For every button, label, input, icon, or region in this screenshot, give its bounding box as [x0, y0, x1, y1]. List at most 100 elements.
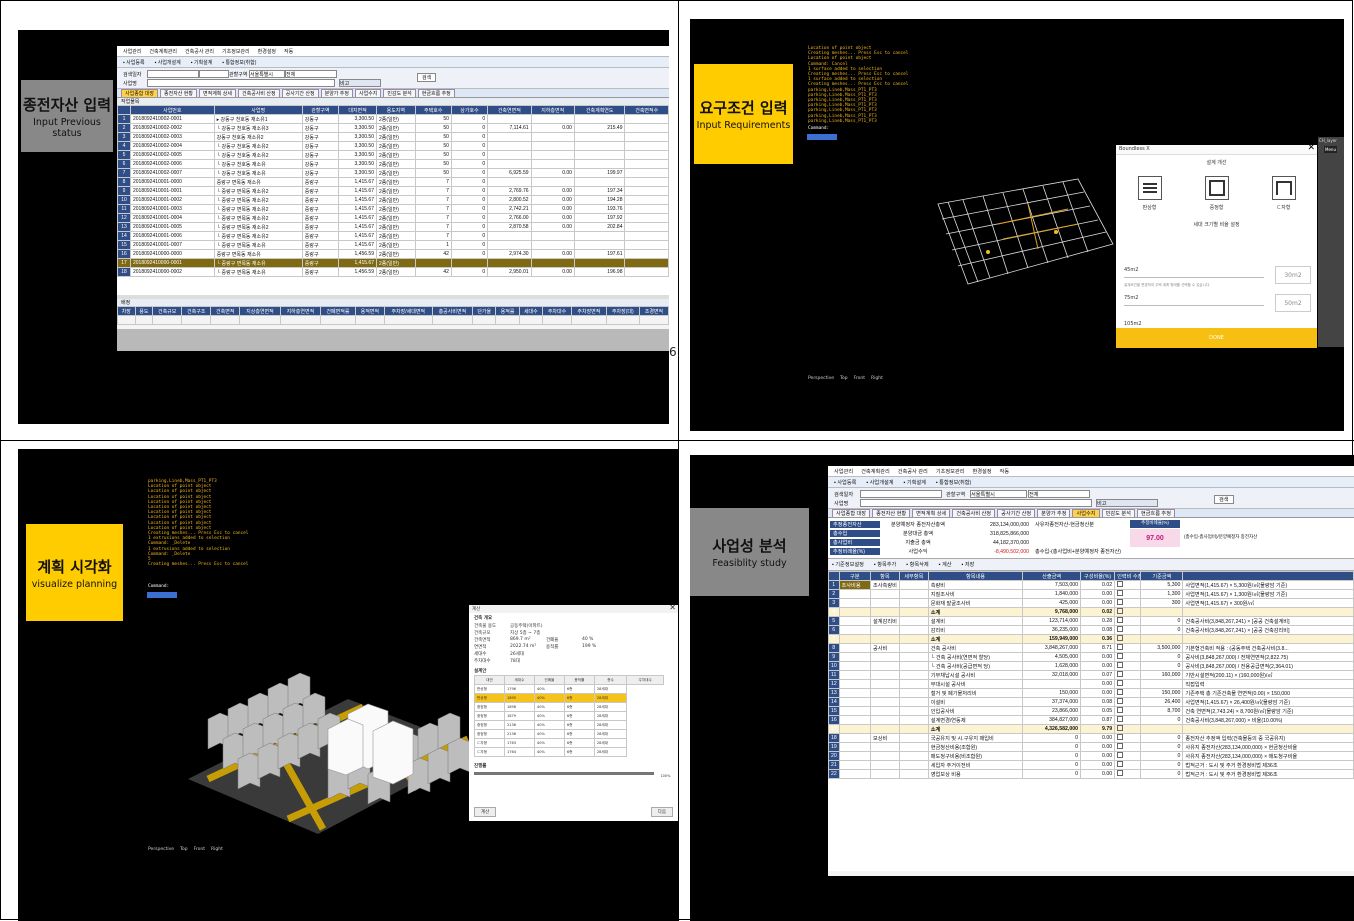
table-row[interactable]: 1 조사비용 조사측량비 측량비 7,503,000 0.02 5,300 사업면적(1,41…	[828, 580, 1354, 590]
table-row[interactable]: 15 2018092410001-0007 └ 중랑구 면목동 재소유 중랑구 1,41…	[117, 240, 669, 250]
viewport-tab[interactable]: Front	[854, 376, 865, 381]
row-checkbox[interactable]	[1117, 734, 1124, 740]
toolbar-button[interactable]: ▪ 통합정보(취합)	[936, 479, 971, 486]
table-row[interactable]: 5 설계감리비 설계비 123,714,000 0.28 0 건축공사비(3,848,267…	[828, 616, 1354, 626]
row-checkbox[interactable]	[1117, 662, 1124, 668]
toolbar-button[interactable]: ▪ 사업개설계	[866, 479, 893, 486]
row-checkbox[interactable]	[1117, 698, 1124, 704]
row-checkbox[interactable]	[1117, 671, 1124, 677]
menu-item[interactable]: 기초정보관리	[222, 48, 250, 55]
project-name-input[interactable]	[147, 79, 335, 87]
region-select[interactable]: 서울특별시	[970, 490, 1027, 498]
table-row[interactable]: 12 부대시설 공사비 0.00 직접입력	[828, 679, 1354, 689]
table-row[interactable]: 9 2018092410001-0001 └ 중랑구 면목동 재소유2 중랑구 1,41…	[117, 186, 669, 196]
tab-item[interactable]: 종전자산 현황	[160, 89, 197, 97]
tab-item[interactable]: 민감도 분석	[383, 89, 416, 97]
table-row[interactable]: 15 인입공사비 23,866,000 0.05 8,700 건축 연면적(2,743.2…	[828, 706, 1354, 716]
table-row[interactable]: 13 2018092410001-0005 └ 중랑구 면목동 재소유2 중랑구 1,4…	[117, 222, 669, 232]
region-select[interactable]: 서울특별시	[249, 70, 285, 78]
unit-slider-75[interactable]	[1124, 305, 1264, 306]
menu-item[interactable]: 작동	[1000, 468, 1010, 475]
table-row[interactable]: ㄷ자형 1764 40% 6층 28세대	[474, 747, 664, 757]
tab-item[interactable]: 사업수지	[1072, 509, 1100, 517]
row-checkbox[interactable]	[1117, 752, 1124, 758]
type-option-slab[interactable]: 판상형	[1137, 176, 1162, 211]
tab-item[interactable]: 건축공사비 산정	[238, 89, 280, 97]
menu-item[interactable]: 기초정보관리	[936, 468, 965, 475]
table-row[interactable]: 20 매도청구비용(비조합원) 0 0.00 0 사유지 종전자산(283,134,000…	[828, 751, 1354, 761]
table-row[interactable]: 22 영업보상 비용 0 0.00 0 법적근거 : 도시 및 주거 환경정비법 제36조	[828, 769, 1354, 779]
tab-item[interactable]: 민감도 분석	[1101, 509, 1135, 517]
menu-tab[interactable]: Menu	[1324, 146, 1337, 153]
table-row[interactable]: 9 └ 건축 공사비(연면적 할당) 4,505,000 0.00 0 공사비(3,848…	[828, 652, 1354, 662]
district-select[interactable]: 전체	[285, 70, 337, 78]
table-row[interactable]: 16 설계변경/연동제 384,827,000 0.87 0 건축공사비(3,848,26…	[828, 715, 1354, 725]
table-row[interactable]: 2 지질조사비 1,840,000 0.00 1,300 사업면적(1,415.67) ×…	[828, 589, 1354, 599]
tab-item[interactable]: 사업종합 대장	[832, 509, 871, 517]
table-row[interactable]: 6 감리비 36,235,000 0.08 0 건축공사비(3,848,267,241) …	[828, 625, 1354, 635]
calculate-button[interactable]: 계산	[474, 807, 497, 817]
table-row[interactable]: 중정형 2136 40% 6층 28세대	[474, 729, 664, 739]
table-row[interactable]: 중정형 2136 40% 6층 28세대	[474, 720, 664, 730]
table-row[interactable]: 21 세입자 주거이전비 0 0.00 0 법적근거 : 도시 및 주거 환경정비법 제3…	[828, 760, 1354, 770]
table-row[interactable]: 17 2018092410000-0001 └ 중랑구 면목동 재소유 중랑구 1,41…	[117, 258, 669, 268]
table-row[interactable]: ㄷ자형 1763 40% 6층 28세대	[474, 738, 664, 748]
row-checkbox[interactable]	[1117, 743, 1124, 749]
toolbar-button[interactable]: ▪ 기획설계	[904, 479, 926, 486]
table-row[interactable]: 8 공사비 건축 공사비 3,848,267,000 8.71 3,500,000 기본형건…	[828, 643, 1354, 653]
table-row[interactable]: 18 보상비 국공유지 및 시.구유지 매입비 0 0.00 0 종전자산 추정액 입력(건…	[828, 733, 1354, 743]
toolbar-button[interactable]: ▪ 사업등록	[123, 59, 145, 66]
toolbar-button[interactable]: ▪ 기획설계	[191, 59, 213, 66]
command-input[interactable]	[807, 134, 837, 140]
date-from-input[interactable]	[147, 70, 199, 78]
tab-item[interactable]: 분양가 추정	[320, 89, 353, 97]
viewport-tab[interactable]: Right	[211, 847, 223, 852]
table-row[interactable]: 18 2018092410000-0002 └ 중랑구 면목동 재소유 중랑구 1,45…	[117, 267, 669, 277]
next-button[interactable]: 다음	[650, 807, 673, 817]
action-button[interactable]: ▪ 항목추가	[874, 561, 896, 568]
row-checkbox[interactable]	[1117, 770, 1124, 776]
tab-item[interactable]: 사업수지	[354, 89, 382, 97]
menu-item[interactable]: 사업관리	[123, 48, 141, 55]
tab-item[interactable]: 공사기간 산정	[997, 509, 1036, 517]
viewport-tab[interactable]: Top	[840, 376, 848, 381]
table-row[interactable]: 11 기부채납시설 공사비 32,018,000 0.07 160,000 기반시설면적(…	[828, 670, 1354, 680]
menu-item[interactable]: 작동	[284, 48, 293, 55]
menu-item[interactable]: 사업관리	[834, 468, 853, 475]
table-row[interactable]: 12 2018092410001-0004 └ 중랑구 면목동 재소유2 중랑구 1,4…	[117, 213, 669, 223]
row-checkbox[interactable]	[1117, 590, 1124, 596]
table-row[interactable]: 7 소계 159,949,000 0.36	[828, 634, 1354, 644]
tab-item[interactable]: 공사기간 산정	[281, 89, 319, 97]
viewport-tab[interactable]: Right	[871, 376, 883, 381]
table-row[interactable]: 4 2018092410002-0004 └ 강동구 천호동 재소유2 강동구 3,30…	[117, 141, 669, 151]
row-checkbox[interactable]	[1117, 608, 1124, 614]
action-button[interactable]: ▪ 저장	[962, 561, 975, 568]
table-row[interactable]: 10 └ 건축 공사비(공급면적 당) 1,628,000 0.00 0 공사비(3,84…	[828, 661, 1354, 671]
table-row[interactable]: 14 2018092410001-0006 └ 중랑구 면목동 재소유2 중랑구 1,4…	[117, 231, 669, 241]
row-checkbox[interactable]	[1117, 725, 1124, 731]
table-row[interactable]: 4 소계 9,768,000 0.02	[828, 607, 1354, 617]
action-button[interactable]: ▪ 계산	[939, 561, 952, 568]
menu-item[interactable]: 건축공사 관리	[898, 468, 928, 475]
table-row[interactable]: 8 2018092410001-0000 중랑구 면목동 재소유 중랑구 1,415.6…	[117, 177, 669, 187]
table-row[interactable]: 10 2018092410001-0002 └ 중랑구 면목동 재소유2 중랑구 1,4…	[117, 195, 669, 205]
toolbar-button[interactable]: ▪ 사업개설계	[155, 59, 181, 66]
viewport-tab[interactable]: Perspective	[808, 376, 834, 381]
row-checkbox[interactable]	[1117, 617, 1124, 623]
menu-item[interactable]: 건축공사 관리	[185, 48, 214, 55]
row-checkbox[interactable]	[1117, 635, 1124, 641]
tab-item[interactable]: 현금흐름 추정	[417, 89, 455, 97]
table-row[interactable]: 중정형 1879 40% 6층 28세대	[474, 711, 664, 721]
tab-item[interactable]: 사업종합 대장	[121, 89, 158, 97]
table-row[interactable]: 7 2018092410002-0007 └ 강동구 천호동 재소유 강동구 3,300…	[117, 168, 669, 178]
tab-item[interactable]: 현금흐름 추정	[1136, 509, 1175, 517]
menu-item[interactable]: 건축계획관리	[861, 468, 890, 475]
toolbar-button[interactable]: ▪ 통합정보(취합)	[222, 59, 256, 66]
tab-item[interactable]: 분양가 추정	[1037, 509, 1071, 517]
search-button[interactable]: 검색	[1214, 495, 1234, 504]
row-checkbox[interactable]	[1117, 716, 1124, 722]
table-row[interactable]: 13 철거 및 폐기물처리비 150,000 0.00 150,000 기존주택 총 기존…	[828, 688, 1354, 698]
table-row[interactable]: 19 현금청산비용(조합원) 0 0.00 0 사유지 종전자산(283,134,000,…	[828, 742, 1354, 752]
row-checkbox[interactable]	[1117, 689, 1124, 695]
close-icon[interactable]: ✕	[1307, 143, 1315, 153]
